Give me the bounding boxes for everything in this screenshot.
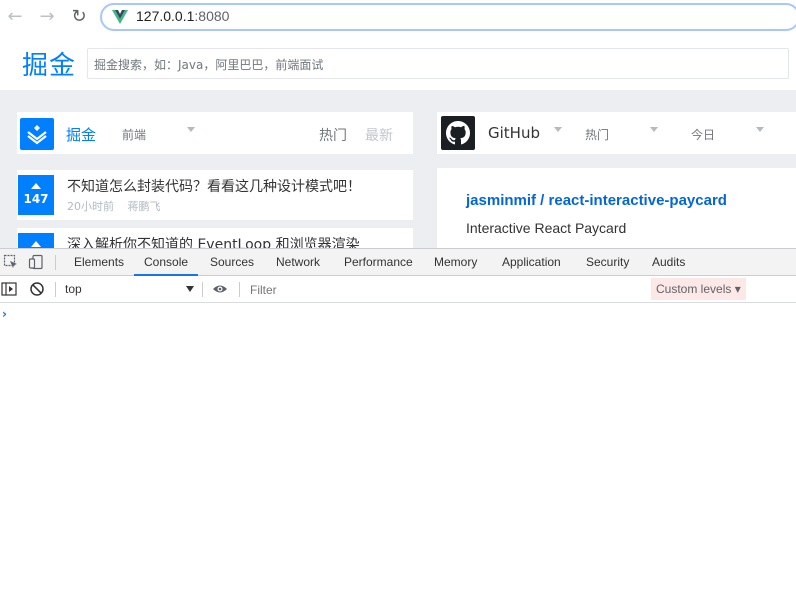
juejin-panel-header: 掘金 前端 热门 最新 [17, 112, 413, 154]
vue-favicon-icon [112, 10, 128, 24]
log-levels-dropdown[interactable]: Custom levels ▾ [651, 278, 746, 300]
repo-description: Interactive React Paycard [466, 220, 627, 236]
console-prompt[interactable]: › [2, 307, 7, 321]
tab-performance[interactable]: Performance [344, 249, 413, 276]
tab-application[interactable]: Application [502, 249, 561, 276]
chevron-down-icon[interactable] [186, 286, 194, 292]
devtools-panel: Elements Console Sources Network Perform… [0, 248, 796, 599]
repo-card: jasminmif / react-interactive-paycard In… [437, 168, 796, 248]
tab-audits[interactable]: Audits [652, 249, 685, 276]
article-title[interactable]: 不知道怎么封装代码？看看这几种设计模式吧！ [67, 176, 361, 196]
juejin-panel-title: 掘金 [66, 126, 97, 144]
tab-sources[interactable]: Sources [210, 249, 254, 276]
chevron-down-icon[interactable] [650, 127, 658, 132]
divider [239, 282, 240, 297]
filter-input[interactable] [250, 283, 630, 297]
list-item[interactable]: 147 不知道怎么封装代码？看看这几种设计模式吧！ 20小时前 蒋鹏飞 [17, 170, 413, 220]
sort-new-tab[interactable]: 最新 [365, 125, 393, 145]
eye-icon[interactable] [212, 281, 228, 297]
url-host: 127.0.0.1 [136, 8, 195, 24]
back-button[interactable]: ← [4, 6, 26, 28]
tab-console[interactable]: Console [134, 249, 199, 276]
log-levels-label: Custom levels [656, 282, 732, 296]
github-panel-header: GitHub 热门 今日 [437, 112, 796, 154]
tab-network[interactable]: Network [276, 249, 320, 276]
search-input[interactable]: 掘金搜索，如：Java，阿里巴巴，前端面试 [87, 48, 789, 79]
repo-link[interactable]: jasminmif / react-interactive-paycard [466, 192, 727, 209]
tab-memory[interactable]: Memory [434, 249, 477, 276]
article-author[interactable]: 蒋鹏飞 [128, 200, 161, 213]
github-icon [441, 116, 475, 150]
reload-button[interactable]: ↻ [68, 6, 90, 28]
sidebar-toggle-icon[interactable] [1, 281, 17, 297]
vote-count: 147 [23, 192, 49, 206]
tab-security[interactable]: Security [586, 249, 629, 276]
list-item[interactable]: 深入解析你不知道的 EventLoop 和浏览器渲染 [17, 228, 413, 248]
caret-down-icon: ▾ [734, 282, 741, 296]
chevron-down-icon[interactable] [187, 127, 195, 132]
address-bar[interactable]: 127.0.0.1:8080 [100, 3, 796, 31]
language-select[interactable]: 热门 [585, 126, 609, 143]
divider [55, 255, 56, 270]
clear-console-icon[interactable] [29, 281, 45, 297]
upvote-icon [31, 241, 41, 247]
upvote-icon [31, 183, 41, 189]
divider [202, 282, 203, 297]
vote-button[interactable] [18, 233, 54, 248]
forward-button[interactable]: → [36, 6, 58, 28]
console-toolbar: top Custom levels ▾ [0, 276, 796, 303]
article-time: 20小时前 [67, 200, 114, 213]
site-logo[interactable]: 掘金 [22, 45, 76, 82]
inspect-element-icon[interactable] [3, 254, 19, 270]
github-panel-title: GitHub [488, 124, 540, 142]
category-select[interactable]: 前端 [122, 126, 146, 143]
url-text[interactable]: 127.0.0.1:8080 [136, 8, 229, 24]
article-title[interactable]: 深入解析你不知道的 EventLoop 和浏览器渲染 [67, 234, 360, 248]
browser-toolbar: ← → ↻ 127.0.0.1:8080 [0, 0, 796, 35]
juejin-icon [20, 118, 54, 150]
device-toolbar-icon[interactable] [28, 254, 44, 270]
devtools-tab-bar: Elements Console Sources Network Perform… [0, 249, 796, 276]
chevron-down-icon[interactable] [554, 127, 562, 132]
tab-elements[interactable]: Elements [74, 249, 124, 276]
divider [55, 282, 56, 297]
url-port: :8080 [194, 8, 230, 24]
context-select[interactable]: top [65, 282, 82, 296]
article-meta: 20小时前 蒋鹏飞 [67, 198, 171, 214]
chevron-down-icon[interactable] [756, 127, 764, 132]
sort-hot-tab[interactable]: 热门 [319, 125, 347, 145]
site-header: 掘金 掘金搜索，如：Java，阿里巴巴，前端面试 [0, 35, 796, 90]
vote-button[interactable]: 147 [18, 175, 54, 215]
period-select[interactable]: 今日 [691, 126, 715, 143]
content-area: 掘金 前端 热门 最新 147 不知道怎么封装代码？看看这几种设计模式吧！ 20… [0, 90, 796, 248]
